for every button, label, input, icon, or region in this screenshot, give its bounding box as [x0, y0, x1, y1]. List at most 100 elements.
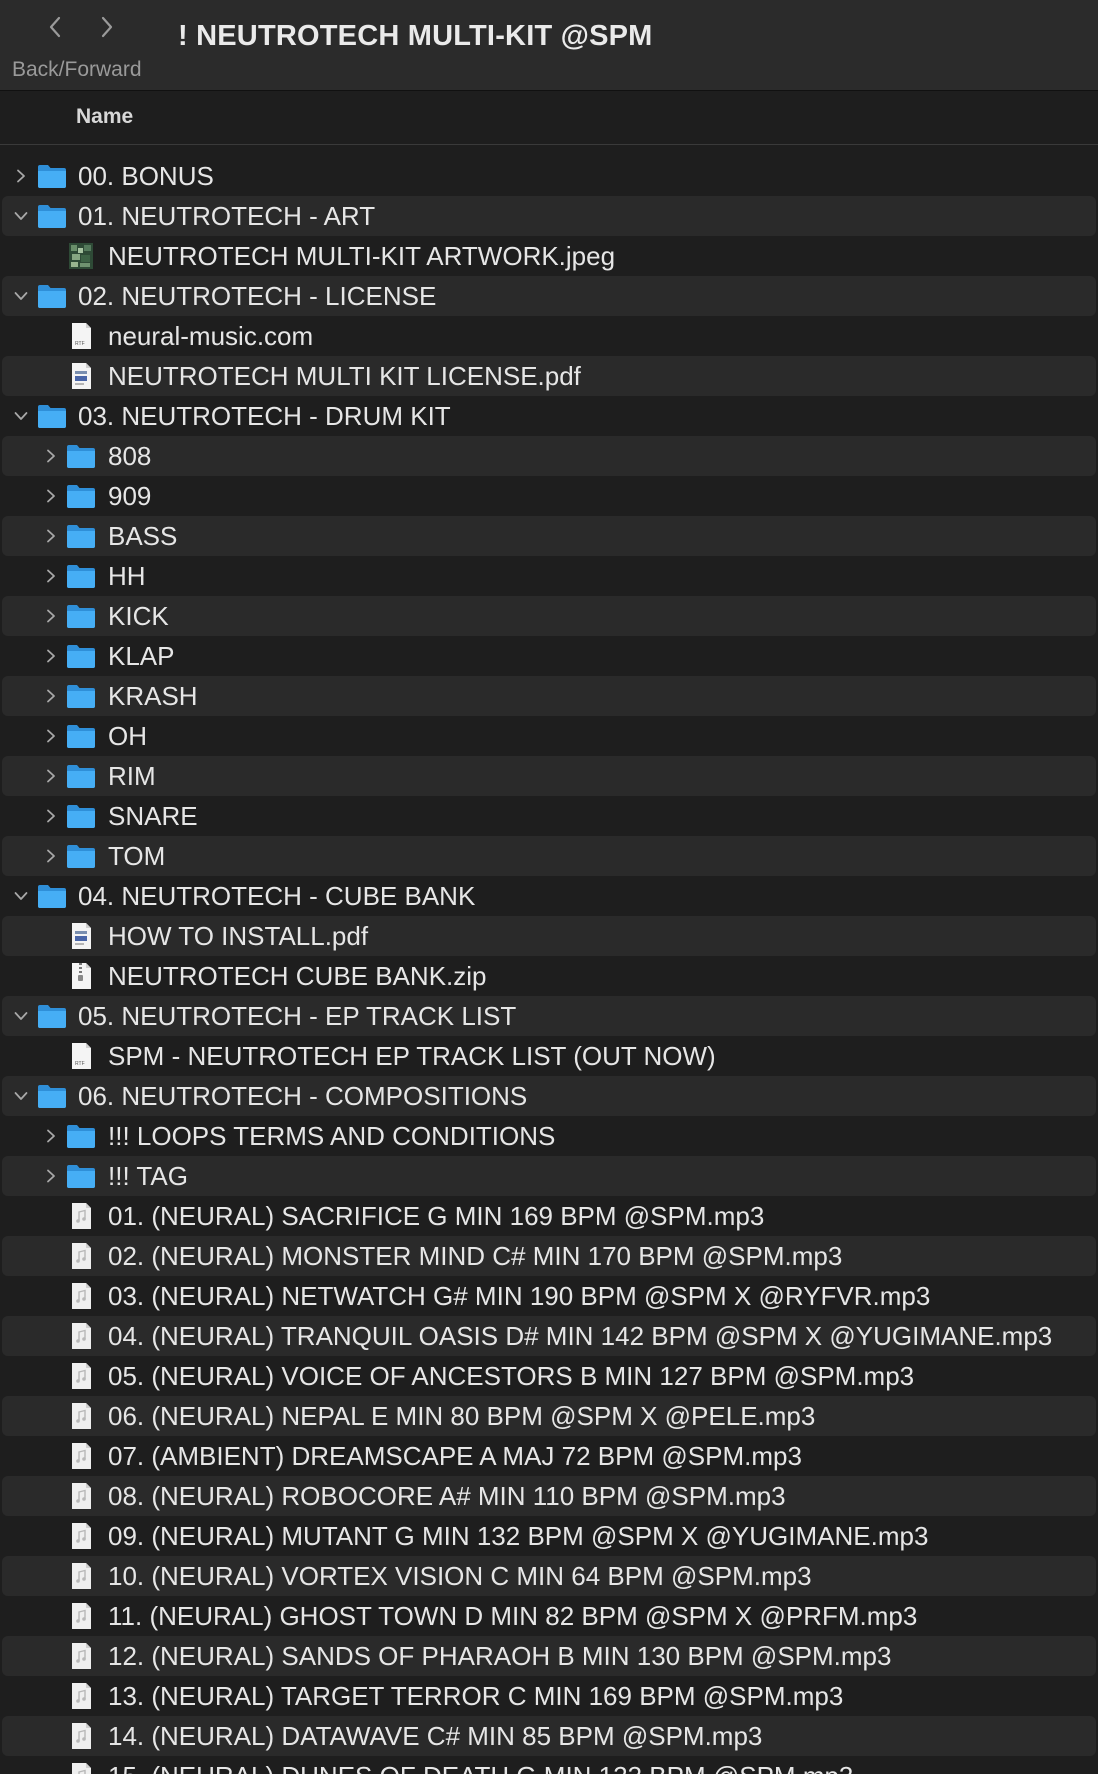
row-name: HOW TO INSTALL.pdf [108, 921, 369, 951]
chevron-down-icon[interactable] [12, 885, 30, 907]
folder-row[interactable]: OH [2, 716, 1096, 756]
folder-row[interactable]: 00. BONUS [2, 156, 1096, 196]
audio-file-icon [66, 1642, 96, 1670]
folder-icon [66, 842, 96, 870]
file-row[interactable]: NEUTROTECH MULTI-KIT ARTWORK.jpeg [2, 236, 1096, 276]
audio-file-icon [66, 1402, 96, 1430]
back-button[interactable] [40, 10, 70, 44]
row-name: SPM - NEUTROTECH EP TRACK LIST (OUT NOW) [108, 1041, 716, 1071]
folder-row[interactable]: 808 [2, 436, 1096, 476]
chevron-down-icon[interactable] [12, 405, 30, 427]
file-row[interactable]: NEUTROTECH CUBE BANK.zip [2, 956, 1096, 996]
audio-file-icon [66, 1722, 96, 1750]
chevron-right-icon[interactable] [42, 1165, 60, 1187]
file-row[interactable]: 06. (NEURAL) NEPAL E MIN 80 BPM @SPM X @… [2, 1396, 1096, 1436]
file-row[interactable]: 07. (AMBIENT) DREAMSCAPE A MAJ 72 BPM @S… [2, 1436, 1096, 1476]
row-name: neural-music.com [108, 321, 314, 351]
back-forward-label: Back/Forward [12, 58, 142, 81]
folder-row[interactable]: 03. NEUTROTECH - DRUM KIT [2, 396, 1096, 436]
folder-row[interactable]: 05. NEUTROTECH - EP TRACK LIST [2, 996, 1096, 1036]
chevron-down-icon[interactable] [12, 1005, 30, 1027]
row-name: OH [108, 721, 147, 751]
folder-row[interactable]: RIM [2, 756, 1096, 796]
folder-row[interactable]: HH [2, 556, 1096, 596]
forward-button[interactable] [92, 10, 122, 44]
row-name: 11. (NEURAL) GHOST TOWN D MIN 82 BPM @SP… [108, 1601, 918, 1631]
row-name: 06. (NEURAL) NEPAL E MIN 80 BPM @SPM X @… [108, 1401, 816, 1431]
file-row[interactable]: RTF neural-music.com [2, 316, 1096, 356]
row-name: KRASH [108, 681, 198, 711]
file-row[interactable]: 08. (NEURAL) ROBOCORE A# MIN 110 BPM @SP… [2, 1476, 1096, 1516]
chevron-right-icon[interactable] [42, 845, 60, 867]
row-name: SNARE [108, 801, 198, 831]
file-row[interactable]: HOW TO INSTALL.pdf [2, 916, 1096, 956]
chevron-right-icon[interactable] [42, 685, 60, 707]
file-row[interactable]: RTF SPM - NEUTROTECH EP TRACK LIST (OUT N… [2, 1036, 1096, 1076]
folder-row[interactable]: KLAP [2, 636, 1096, 676]
folder-icon [37, 882, 67, 910]
folder-row[interactable]: 01. NEUTROTECH - ART [2, 196, 1096, 236]
chevron-down-icon[interactable] [12, 285, 30, 307]
chevron-right-icon[interactable] [42, 725, 60, 747]
chevron-right-icon[interactable] [42, 805, 60, 827]
row-name: 808 [108, 441, 152, 471]
folder-row[interactable]: 02. NEUTROTECH - LICENSE [2, 276, 1096, 316]
file-row[interactable]: 05. (NEURAL) VOICE OF ANCESTORS B MIN 12… [2, 1356, 1096, 1396]
file-list: 00. BONUS 01. NEUTROTECH - ART NEUTROTECH … [0, 156, 1098, 1774]
folder-row[interactable]: 909 [2, 476, 1096, 516]
file-row[interactable]: NEUTROTECH MULTI KIT LICENSE.pdf [2, 356, 1096, 396]
row-name: 10. (NEURAL) VORTEX VISION C MIN 64 BPM … [108, 1561, 812, 1591]
row-name: 09. (NEURAL) MUTANT G MIN 132 BPM @SPM X… [108, 1521, 929, 1551]
folder-icon [66, 482, 96, 510]
row-name: 06. NEUTROTECH - COMPOSITIONS [78, 1081, 528, 1111]
folder-icon [37, 1082, 67, 1110]
folder-icon [66, 602, 96, 630]
file-row[interactable]: 01. (NEURAL) SACRIFICE G MIN 169 BPM @SP… [2, 1196, 1096, 1236]
folder-row[interactable]: KICK [2, 596, 1096, 636]
row-name: 12. (NEURAL) SANDS OF PHARAOH B MIN 130 … [108, 1641, 892, 1671]
file-row[interactable]: 02. (NEURAL) MONSTER MIND C# MIN 170 BPM… [2, 1236, 1096, 1276]
finder-window: Back/Forward ! NEUTROTECH MULTI-KIT @SPM… [0, 0, 1098, 1774]
row-name: 02. (NEURAL) MONSTER MIND C# MIN 170 BPM… [108, 1241, 843, 1271]
folder-icon [66, 642, 96, 670]
folder-row[interactable]: KRASH [2, 676, 1096, 716]
file-row[interactable]: 03. (NEURAL) NETWATCH G# MIN 190 BPM @SP… [2, 1276, 1096, 1316]
file-row[interactable]: 09. (NEURAL) MUTANT G MIN 132 BPM @SPM X… [2, 1516, 1096, 1556]
folder-icon [66, 802, 96, 830]
file-row[interactable]: 13. (NEURAL) TARGET TERROR C MIN 169 BPM… [2, 1676, 1096, 1716]
chevron-right-icon[interactable] [42, 605, 60, 627]
column-header: Name [0, 91, 1098, 145]
folder-icon [66, 722, 96, 750]
folder-row[interactable]: TOM [2, 836, 1096, 876]
folder-row[interactable]: !!! TAG [2, 1156, 1096, 1196]
rtf-document-icon: RTF [66, 322, 96, 350]
folder-row[interactable]: 06. NEUTROTECH - COMPOSITIONS [2, 1076, 1096, 1116]
file-row[interactable]: 04. (NEURAL) TRANQUIL OASIS D# MIN 142 B… [2, 1316, 1096, 1356]
folder-row[interactable]: !!! LOOPS TERMS AND CONDITIONS [2, 1116, 1096, 1156]
row-name: TOM [108, 841, 166, 871]
chevron-right-icon[interactable] [42, 485, 60, 507]
file-row[interactable]: 12. (NEURAL) SANDS OF PHARAOH B MIN 130 … [2, 1636, 1096, 1676]
file-row[interactable]: 15. (NEURAL) DUNES OF DEATH G MIN 123 BP… [2, 1756, 1096, 1774]
audio-file-icon [66, 1202, 96, 1230]
chevron-right-icon[interactable] [42, 565, 60, 587]
svg-text:RTF: RTF [75, 341, 85, 347]
chevron-right-icon[interactable] [42, 1125, 60, 1147]
chevron-down-icon[interactable] [12, 205, 30, 227]
chevron-right-icon[interactable] [42, 645, 60, 667]
chevron-down-icon[interactable] [12, 1085, 30, 1107]
folder-row[interactable]: 04. NEUTROTECH - CUBE BANK [2, 876, 1096, 916]
chevron-right-icon[interactable] [42, 525, 60, 547]
pdf-document-icon [66, 362, 96, 390]
row-name: NEUTROTECH CUBE BANK.zip [108, 961, 487, 991]
name-column-header[interactable]: Name [76, 105, 133, 129]
folder-row[interactable]: BASS [2, 516, 1096, 556]
chevron-right-icon[interactable] [12, 165, 30, 187]
file-row[interactable]: 14. (NEURAL) DATAWAVE C# MIN 85 BPM @SPM… [2, 1716, 1096, 1756]
file-row[interactable]: 11. (NEURAL) GHOST TOWN D MIN 82 BPM @SP… [2, 1596, 1096, 1636]
audio-file-icon [66, 1362, 96, 1390]
file-row[interactable]: 10. (NEURAL) VORTEX VISION C MIN 64 BPM … [2, 1556, 1096, 1596]
chevron-right-icon[interactable] [42, 445, 60, 467]
folder-row[interactable]: SNARE [2, 796, 1096, 836]
chevron-right-icon[interactable] [42, 765, 60, 787]
